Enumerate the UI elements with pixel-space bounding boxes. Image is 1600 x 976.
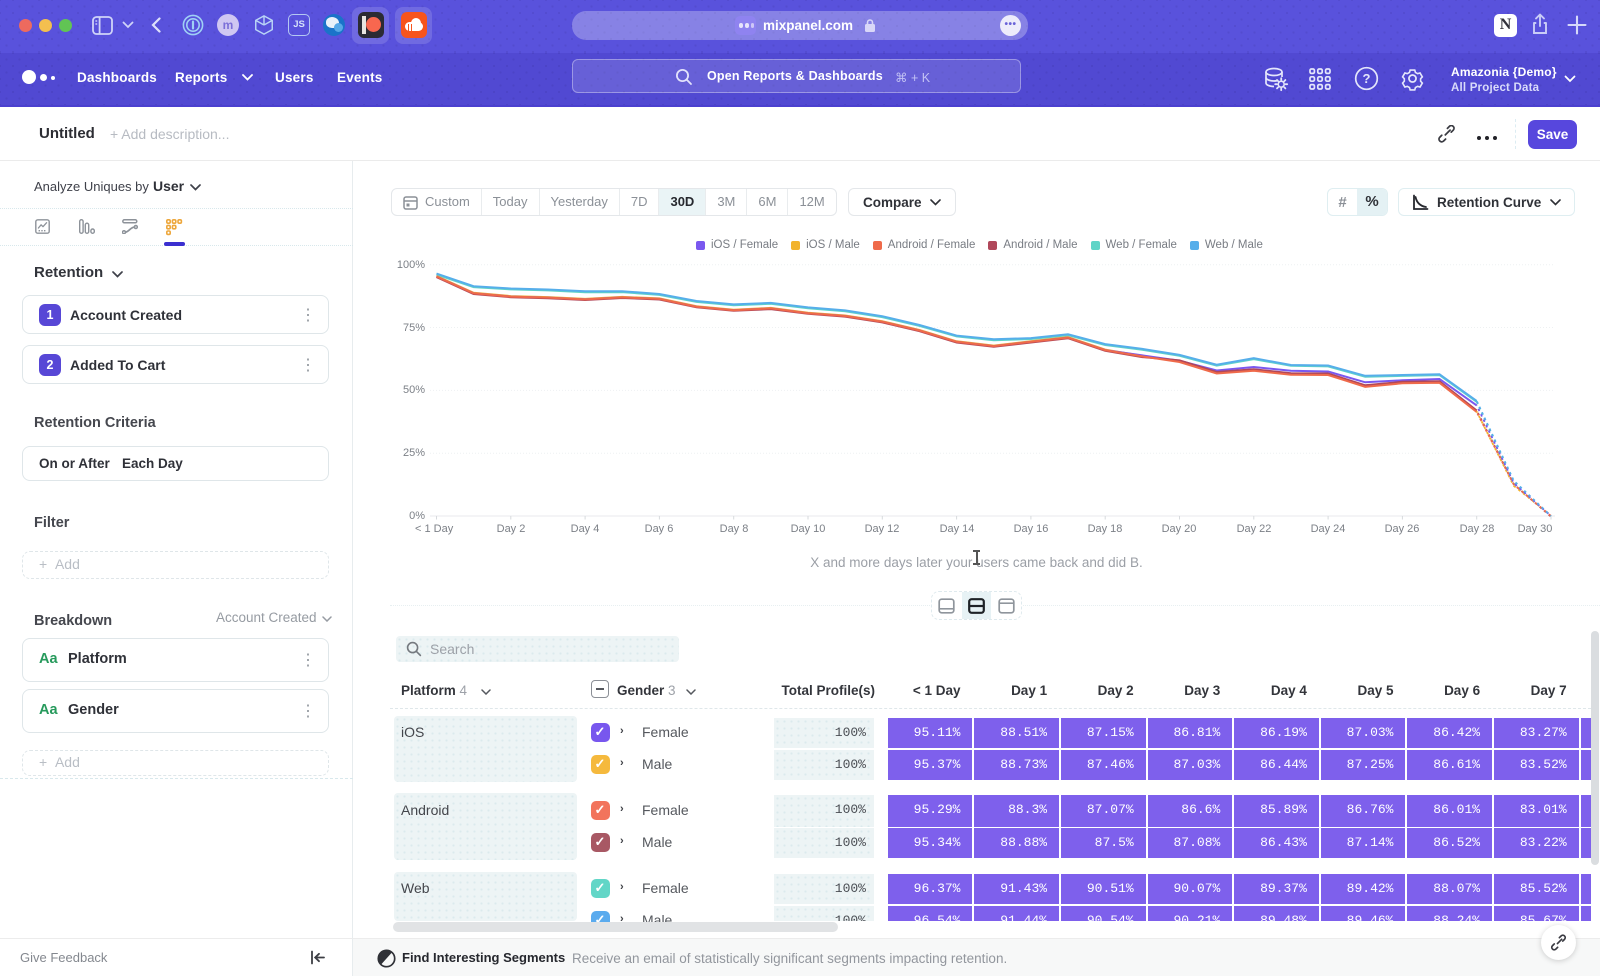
svg-text:?: ? [1363, 71, 1371, 86]
